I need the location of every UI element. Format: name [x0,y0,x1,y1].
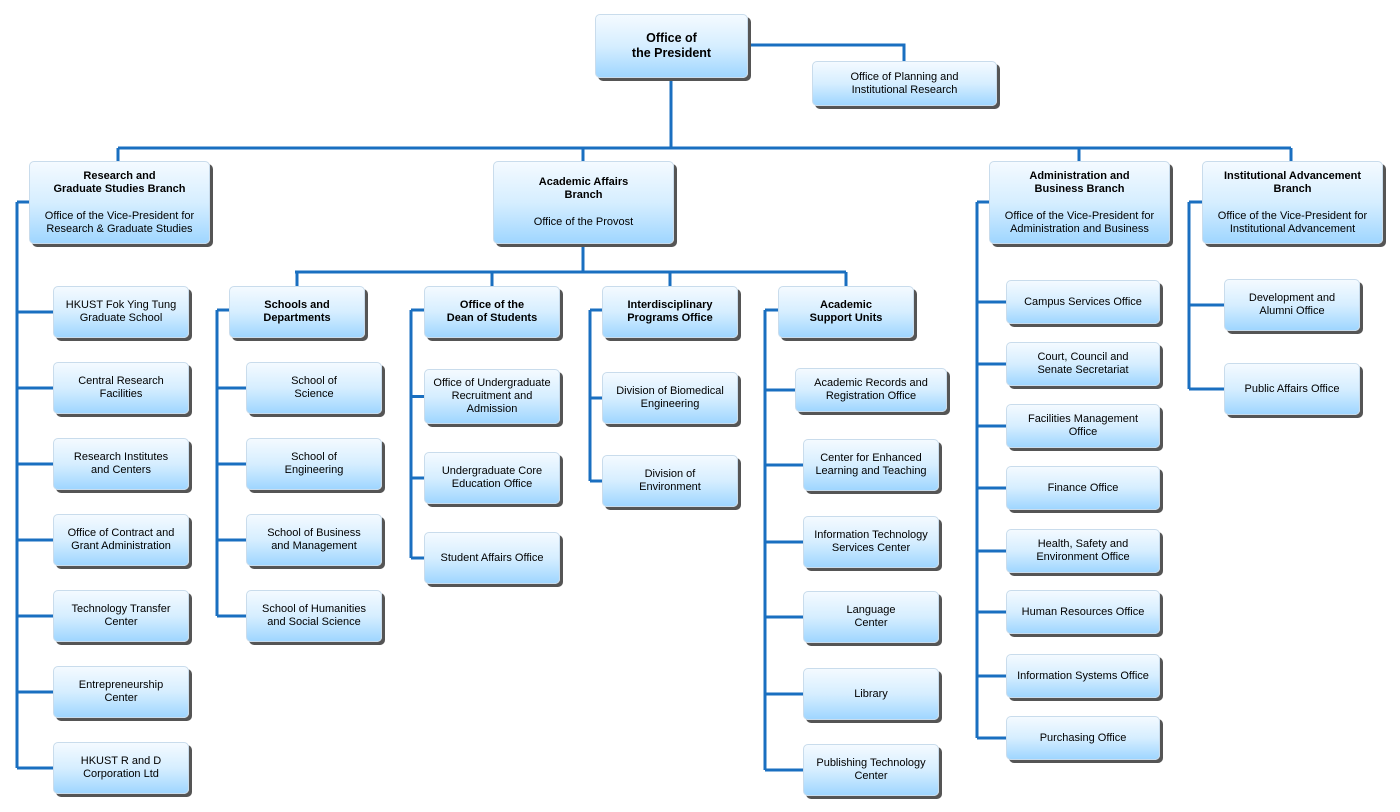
unit-box[interactable]: Central Research Facilities [53,362,189,414]
group-support-title: Academic Support Units [809,299,883,324]
branch-administration-subtitle: Office of the Vice-President for Adminis… [1004,209,1155,235]
unit-box-title: Division of Biomedical Engineering [616,385,724,410]
branch-administration[interactable]: Administration and Business Branch Office… [989,161,1170,244]
unit-box-title: Information Systems Office [1017,669,1149,682]
group-dean[interactable]: Office of the Dean of Students [424,286,560,338]
unit-box-title: Language Center [846,604,896,629]
unit-box[interactable]: Undergraduate Core Education Office [424,452,560,504]
unit-box-title: Undergraduate Core Education Office [441,465,543,490]
unit-box[interactable]: Publishing Technology Center [803,744,939,796]
unit-box-title: Student Affairs Office [440,551,544,564]
group-dean-title: Office of the Dean of Students [446,299,538,324]
connector-line [748,43,906,61]
unit-box-title: Library [854,687,888,700]
unit-box-title: Facilities Management Office [1027,413,1139,438]
unit-box[interactable]: School of Humanities and Social Science [246,590,382,642]
office-of-planning[interactable]: Office of Planning and Institutional Res… [812,61,997,106]
unit-box[interactable]: Health, Safety and Environment Office [1006,529,1160,573]
unit-box-title: Academic Records and Registration Office [814,377,928,402]
unit-box[interactable]: Information Systems Office [1006,654,1160,698]
unit-box-title: Center for Enhanced Learning and Teachin… [815,452,927,477]
unit-box[interactable]: Court, Council and Senate Secretariat [1006,342,1160,386]
unit-box-title: HKUST Fok Ying Tung Graduate School [65,299,177,324]
unit-box[interactable]: Facilities Management Office [1006,404,1160,448]
unit-box-title: Information Technology Services Center [814,529,928,554]
unit-box-title: Human Resources Office [1021,605,1145,618]
unit-box-title: Division of Environment [639,468,701,493]
unit-box-title: School of Engineering [284,451,344,476]
unit-box-title: Finance Office [1047,481,1119,494]
branch-administration-title: Administration and Business Branch [1029,169,1130,195]
unit-box-title: Entrepreneurship Center [78,679,164,704]
unit-box[interactable]: Student Affairs Office [424,532,560,584]
unit-box-title: School of Business and Management [267,527,361,552]
unit-box[interactable]: Purchasing Office [1006,716,1160,760]
group-schools[interactable]: Schools and Departments [229,286,365,338]
unit-box-title: Office of Undergraduate Recruitment and … [433,377,551,415]
unit-box[interactable]: Public Affairs Office [1224,363,1360,415]
unit-box[interactable]: Office of Undergraduate Recruitment and … [424,369,560,424]
unit-box-title: Central Research Facilities [78,375,164,400]
unit-box[interactable]: Entrepreneurship Center [53,666,189,718]
unit-box-title: School of Humanities and Social Science [262,603,366,628]
unit-box-title: Technology Transfer Center [71,603,171,628]
unit-box-title: School of Science [291,375,337,400]
unit-box[interactable]: HKUST Fok Ying Tung Graduate School [53,286,189,338]
branch-research-title: Research and Graduate Studies Branch [53,169,186,195]
branch-advancement-title: Institutional Advancement Branch [1223,169,1362,195]
unit-box[interactable]: Technology Transfer Center [53,590,189,642]
unit-box-title: Publishing Technology Center [816,757,926,782]
unit-box[interactable]: Language Center [803,591,939,643]
unit-box[interactable]: Information Technology Services Center [803,516,939,568]
unit-box[interactable]: Division of Environment [602,455,738,507]
unit-box[interactable]: Development and Alumni Office [1224,279,1360,331]
unit-box-title: Office of Contract and Grant Administrat… [67,527,175,552]
unit-box[interactable]: Office of Contract and Grant Administrat… [53,514,189,566]
unit-box[interactable]: Finance Office [1006,466,1160,510]
unit-box-title: Development and Alumni Office [1248,292,1336,317]
office-of-the-president[interactable]: Office of the President [595,14,748,78]
office-of-planning-title: Office of Planning and Institutional Res… [850,70,959,96]
unit-box-title: Public Affairs Office [1244,382,1340,395]
branch-advancement[interactable]: Institutional Advancement Branch Office o… [1202,161,1383,244]
unit-box[interactable]: Research Institutes and Centers [53,438,189,490]
branch-research[interactable]: Research and Graduate Studies Branch Offi… [29,161,210,244]
unit-box[interactable]: HKUST R and D Corporation Ltd [53,742,189,794]
unit-box-title: Campus Services Office [1024,295,1142,308]
branch-academic-title: Academic Affairs Branch [538,176,629,201]
unit-box[interactable]: School of Engineering [246,438,382,490]
unit-box[interactable]: School of Science [246,362,382,414]
branch-academic[interactable]: Academic Affairs Branch Office of the Pro… [493,161,674,244]
branch-academic-subtitle: Office of the Provost [533,216,634,228]
unit-box[interactable]: Library [803,668,939,720]
unit-box[interactable]: Academic Records and Registration Office [795,368,947,412]
group-interdisciplinary-title: Interdisciplinary Programs Office [627,299,713,324]
group-schools-title: Schools and Departments [263,299,331,324]
branch-research-subtitle: Office of the Vice-President for Researc… [44,209,195,235]
unit-box[interactable]: Center for Enhanced Learning and Teachin… [803,439,939,491]
unit-box[interactable]: Human Resources Office [1006,590,1160,634]
unit-box-title: Purchasing Office [1039,731,1127,744]
group-interdisciplinary[interactable]: Interdisciplinary Programs Office [602,286,738,338]
office-of-the-president-title: Office of the President [631,31,712,60]
unit-box-title: Research Institutes and Centers [73,451,169,476]
unit-box-title: Court, Council and Senate Secretariat [1037,351,1129,376]
unit-box-title: Health, Safety and Environment Office [1036,538,1130,563]
branch-advancement-subtitle: Office of the Vice-President for Institu… [1217,209,1368,235]
unit-box-title: HKUST R and D Corporation Ltd [80,755,162,780]
unit-box[interactable]: Division of Biomedical Engineering [602,372,738,424]
unit-box[interactable]: Campus Services Office [1006,280,1160,324]
unit-box[interactable]: School of Business and Management [246,514,382,566]
group-support[interactable]: Academic Support Units [778,286,914,338]
